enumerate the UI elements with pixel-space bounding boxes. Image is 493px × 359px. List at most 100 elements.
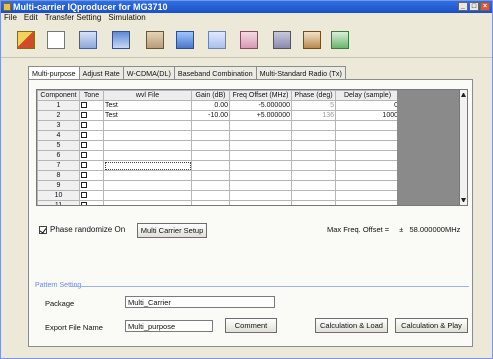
tone-checkbox[interactable] xyxy=(81,181,87,188)
phase-randomize-checkbox[interactable]: Phase randomize On xyxy=(39,225,125,234)
table-row[interactable]: 6 xyxy=(37,150,397,161)
freq-offset-cell[interactable]: -5.000000 xyxy=(229,100,292,111)
tab-multi-purpose[interactable]: Multi-purpose xyxy=(28,66,80,80)
open-folder-icon[interactable] xyxy=(17,31,35,49)
tone-checkbox-cell[interactable] xyxy=(79,170,104,181)
delay-cell[interactable] xyxy=(335,140,397,151)
table-row[interactable]: 9 xyxy=(37,180,397,191)
delay-cell[interactable] xyxy=(335,130,397,141)
maximize-button[interactable]: □ xyxy=(469,2,479,11)
tone-checkbox-cell[interactable] xyxy=(79,100,104,111)
delay-cell[interactable]: 1000 xyxy=(335,110,397,121)
table-row[interactable]: 1 Test 0.00 -5.000000 5 0 xyxy=(37,100,397,111)
tone-checkbox[interactable] xyxy=(81,101,87,108)
notes-icon[interactable] xyxy=(208,31,226,49)
delay-cell[interactable] xyxy=(335,120,397,131)
table-row[interactable]: 7 xyxy=(37,160,397,171)
tab-adjust-rate[interactable]: Adjust Rate xyxy=(78,66,124,80)
tone-checkbox[interactable] xyxy=(81,141,87,148)
comment-button[interactable]: Comment xyxy=(225,318,277,333)
delay-cell[interactable]: 0 xyxy=(335,100,397,111)
delay-cell[interactable] xyxy=(335,200,397,205)
export-file-name-input[interactable]: Multi_purpose xyxy=(125,320,213,332)
phase-cell[interactable] xyxy=(291,160,336,171)
tab-baseband-combination[interactable]: Baseband Combination xyxy=(173,66,257,80)
scroll-up-icon[interactable] xyxy=(461,93,466,97)
tone-checkbox-cell[interactable] xyxy=(79,120,104,131)
tone-checkbox[interactable] xyxy=(81,171,87,178)
tone-checkbox-cell[interactable] xyxy=(79,180,104,191)
phase-cell[interactable] xyxy=(291,140,336,151)
table-row[interactable]: 10 xyxy=(37,190,397,201)
table-row[interactable]: 5 xyxy=(37,140,397,151)
minimize-button[interactable]: _ xyxy=(458,2,468,11)
gain-cell[interactable]: 0.00 xyxy=(191,100,230,111)
phase-cell[interactable] xyxy=(291,190,336,201)
gain-cell[interactable] xyxy=(191,160,230,171)
gain-cell[interactable]: -10.00 xyxy=(191,110,230,121)
image-icon[interactable] xyxy=(176,31,194,49)
tone-checkbox[interactable] xyxy=(81,191,87,198)
run-icon[interactable] xyxy=(331,31,349,49)
table-row[interactable]: 4 xyxy=(37,130,397,141)
tone-checkbox-cell[interactable] xyxy=(79,130,104,141)
wvl-file-cell[interactable] xyxy=(103,150,192,161)
tone-checkbox[interactable] xyxy=(81,121,87,128)
freq-offset-cell[interactable] xyxy=(229,200,292,205)
delay-cell[interactable] xyxy=(335,190,397,201)
delay-cell[interactable] xyxy=(335,160,397,171)
freq-offset-cell[interactable]: +5.000000 xyxy=(229,110,292,121)
wvl-file-cell[interactable]: Test xyxy=(103,100,192,111)
wvl-file-cell[interactable] xyxy=(103,130,192,141)
tone-checkbox-cell[interactable] xyxy=(79,200,104,205)
waveform-grid-icon[interactable] xyxy=(273,31,291,49)
wvl-file-cell[interactable] xyxy=(103,190,192,201)
table-row[interactable]: 2 Test -10.00 +5.000000 136 1000 xyxy=(37,110,397,121)
table-row[interactable]: 8 xyxy=(37,170,397,181)
freq-offset-cell[interactable] xyxy=(229,160,292,171)
gain-cell[interactable] xyxy=(191,150,230,161)
menu-transfer-setting[interactable]: Transfer Setting xyxy=(45,13,102,23)
phase-cell[interactable] xyxy=(291,170,336,181)
wvl-file-cell[interactable] xyxy=(103,180,192,191)
wvl-file-cell-focused[interactable] xyxy=(103,160,192,171)
phase-cell[interactable] xyxy=(291,150,336,161)
signal-chart-icon[interactable] xyxy=(240,31,258,49)
tab-wcdma-dl[interactable]: W-CDMA(DL) xyxy=(122,66,175,80)
tone-checkbox-cell[interactable] xyxy=(79,160,104,171)
wvl-file-cell[interactable] xyxy=(103,140,192,151)
grid-scrollbar[interactable] xyxy=(459,89,468,206)
freq-offset-cell[interactable] xyxy=(229,150,292,161)
wvl-file-cell[interactable]: Test xyxy=(103,110,192,121)
phase-cell[interactable] xyxy=(291,200,336,205)
tone-checkbox-cell[interactable] xyxy=(79,190,104,201)
gain-cell[interactable] xyxy=(191,190,230,201)
delay-cell[interactable] xyxy=(335,180,397,191)
gain-cell[interactable] xyxy=(191,130,230,141)
tone-checkbox[interactable] xyxy=(81,201,87,205)
calculator-icon[interactable] xyxy=(303,31,321,49)
phase-cell[interactable] xyxy=(291,120,336,131)
copy-document-icon[interactable] xyxy=(47,31,65,49)
multi-carrier-setup-button[interactable]: Multi Carrier Setup xyxy=(137,223,207,238)
phase-cell[interactable]: 5 xyxy=(291,100,336,111)
tone-checkbox-cell[interactable] xyxy=(79,140,104,151)
component-grid[interactable]: Component Tone wvl File Gain (dB) Freq O… xyxy=(36,89,398,206)
wvl-file-cell[interactable] xyxy=(103,170,192,181)
freq-offset-cell[interactable] xyxy=(229,130,292,141)
tone-checkbox[interactable] xyxy=(81,111,87,118)
calculation-play-button[interactable]: Calculation & Play xyxy=(395,318,468,333)
gain-cell[interactable] xyxy=(191,200,230,205)
wvl-file-cell[interactable] xyxy=(103,120,192,131)
arrows-icon[interactable] xyxy=(146,31,164,49)
table-row[interactable]: 3 xyxy=(37,120,397,131)
close-button[interactable]: × xyxy=(480,2,490,11)
delay-cell[interactable] xyxy=(335,150,397,161)
freq-offset-cell[interactable] xyxy=(229,190,292,201)
checkmark-icon[interactable] xyxy=(39,225,47,234)
tone-checkbox-cell[interactable] xyxy=(79,150,104,161)
tone-checkbox[interactable] xyxy=(81,161,87,168)
freq-offset-cell[interactable] xyxy=(229,140,292,151)
gain-cell[interactable] xyxy=(191,170,230,181)
gain-cell[interactable] xyxy=(191,180,230,191)
